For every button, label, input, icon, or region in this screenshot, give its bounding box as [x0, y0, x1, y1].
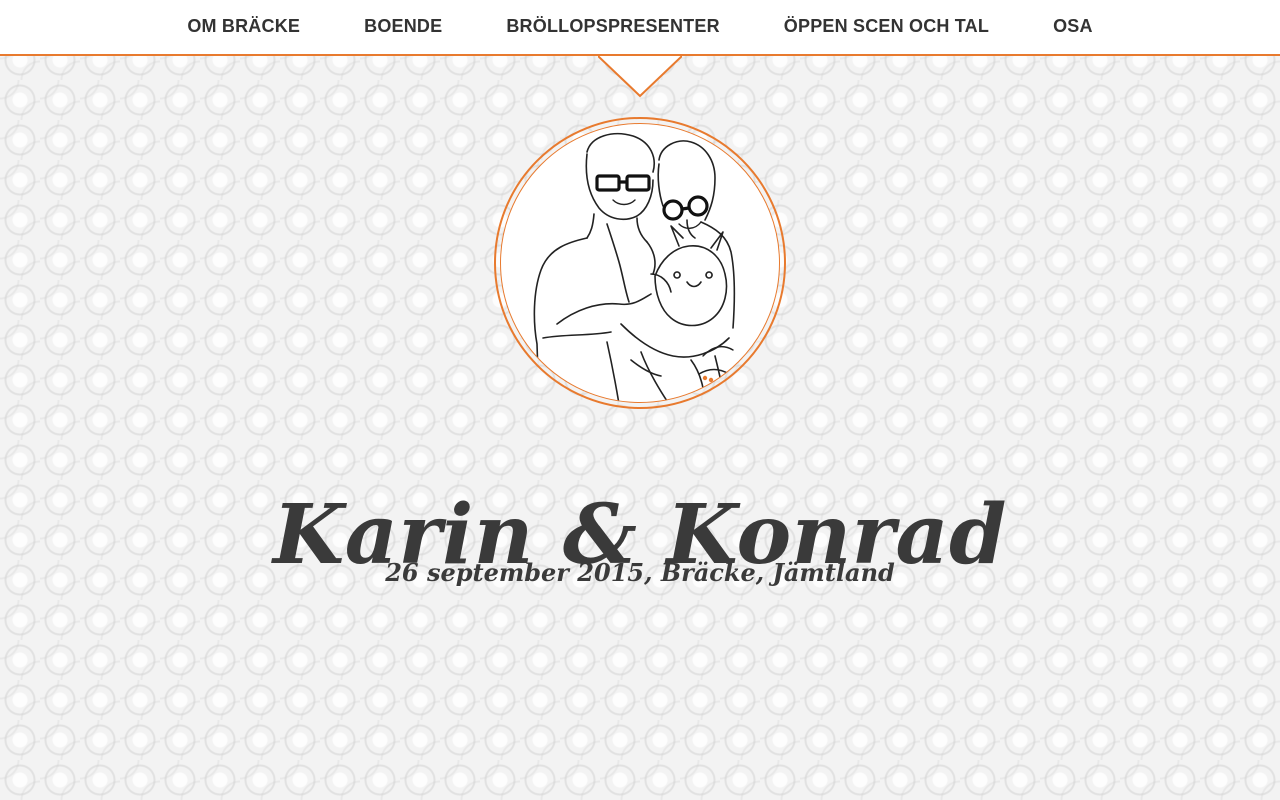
nav-pointer-notch [598, 56, 682, 98]
nav-item-brollopspresenter[interactable]: BRÖLLOPSPRESENTER [506, 17, 719, 35]
top-navigation-bar: OM BRÄCKE BOENDE BRÖLLOPSPRESENTER ÖPPEN… [0, 0, 1280, 56]
nav-item-om-bracke[interactable]: OM BRÄCKE [187, 17, 300, 35]
couple-portrait [494, 117, 786, 409]
nav-item-boende[interactable]: BOENDE [364, 17, 442, 35]
nav-item-osa[interactable]: OSA [1053, 17, 1093, 35]
wedding-date-location: 26 september 2015, Bräcke, Jämtland [385, 558, 895, 587]
nav-item-oppen-scen-och-tal[interactable]: ÖPPEN SCEN OCH TAL [784, 17, 989, 35]
couple-illustration-icon [533, 132, 736, 402]
main-navigation: OM BRÄCKE BOENDE BRÖLLOPSPRESENTER ÖPPEN… [0, 0, 1280, 54]
portrait-frame [500, 123, 780, 403]
